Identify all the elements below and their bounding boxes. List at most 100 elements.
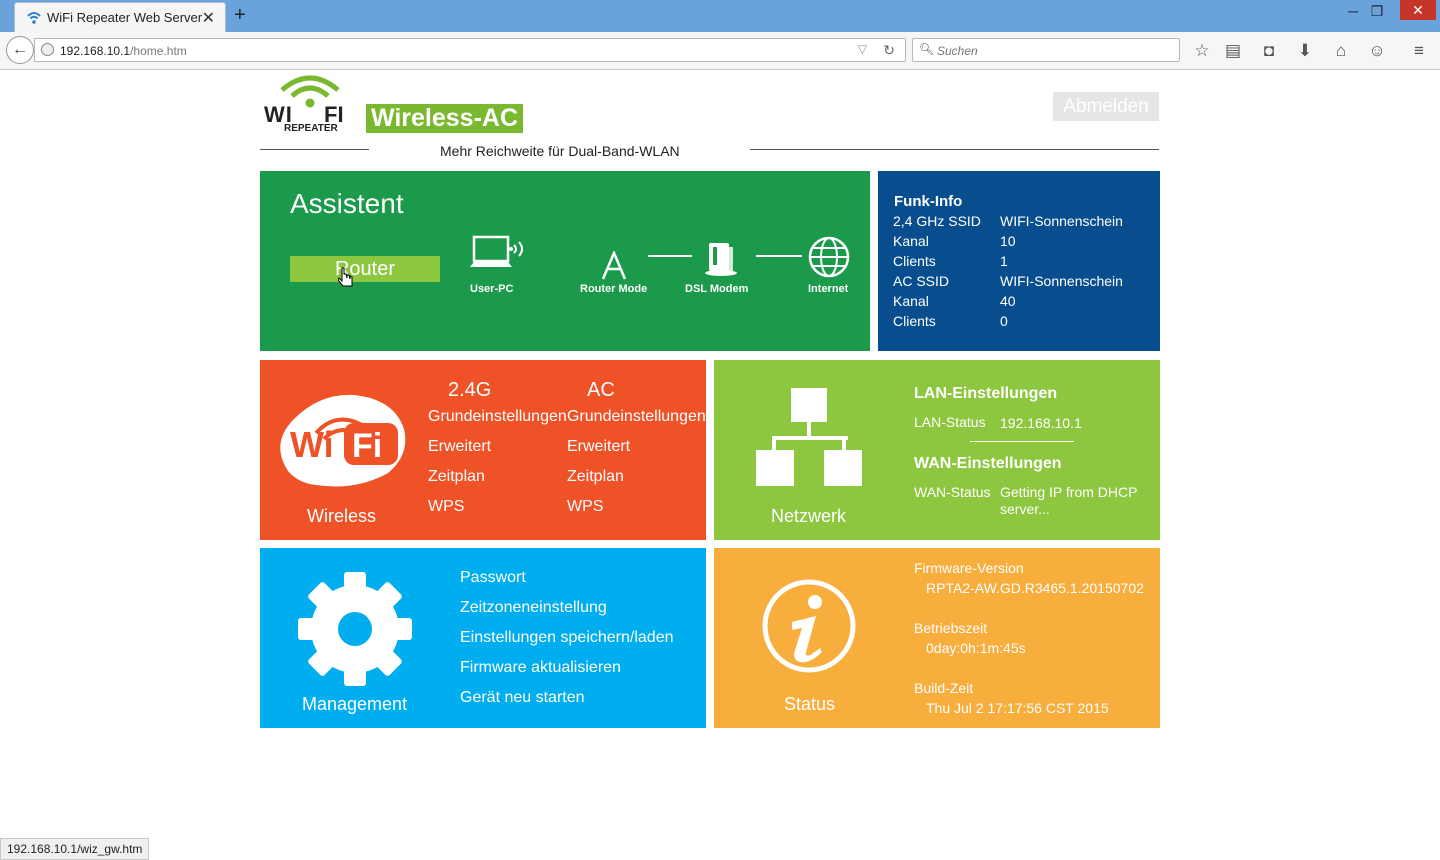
- device-label-dsl-modem: DSL Modem: [685, 283, 749, 295]
- funk-value: 10: [1000, 233, 1016, 249]
- wireless-tile: Wi Fi Wireless 2.4G AC Grundeinstellunge…: [260, 360, 706, 540]
- search-placeholder: Suchen: [937, 44, 978, 58]
- bookmark-star-icon[interactable]: ☆: [1191, 41, 1213, 61]
- link-ac-basic[interactable]: Grundeinstellungen: [567, 408, 706, 426]
- assistant-tile: Assistent Router User-PC Router Mode DSL…: [260, 171, 870, 351]
- build-time-label: Build-Zeit: [914, 680, 974, 696]
- header-divider-left: [260, 149, 369, 150]
- wireless-caption: Wireless: [307, 506, 377, 526]
- close-window-icon[interactable]: ✕: [1400, 0, 1436, 20]
- firmware-version-value: RPTA2-AW.GD.R3465.1.20150702: [926, 580, 1144, 596]
- gear-icon: [296, 572, 414, 691]
- timezone-link[interactable]: Zeitzoneneinstellung: [460, 599, 607, 617]
- network-topology-icon: [756, 388, 862, 491]
- network-caption: Netzwerk: [771, 506, 847, 526]
- header-divider-right: [750, 149, 1159, 150]
- home-icon[interactable]: ⌂: [1330, 41, 1352, 61]
- save-load-settings-link[interactable]: Einstellungen speichern/laden: [460, 629, 673, 647]
- browser-titlebar: WiFi Repeater Web Server ✕ + ─ ❐ ✕: [0, 0, 1440, 32]
- link-24g-schedule[interactable]: Zeitplan: [428, 468, 485, 486]
- search-icon: 🔍︎: [919, 42, 935, 56]
- funk-value: 40: [1000, 293, 1016, 309]
- info-icon: [762, 578, 856, 679]
- new-tab-icon[interactable]: +: [234, 4, 246, 27]
- build-time-value: Thu Jul 2 17:17:56 CST 2015: [926, 700, 1109, 716]
- download-icon[interactable]: ⬇: [1294, 41, 1316, 61]
- uptime-value: 0day:0h:1m:45s: [926, 640, 1026, 656]
- menu-icon[interactable]: ≡: [1408, 41, 1430, 61]
- funk-value: 1: [1000, 253, 1008, 269]
- chat-icon[interactable]: ☺: [1366, 41, 1388, 61]
- funk-value: WIFI-Sonnenschein: [1000, 213, 1123, 229]
- dsl-modem-icon: [703, 241, 739, 282]
- url-bar[interactable]: 192.168.10.1/home.htm ▽ ↻: [34, 38, 906, 62]
- management-tile: Management Passwort Zeitzoneneinstellung…: [260, 548, 706, 728]
- link-ac-schedule[interactable]: Zeitplan: [567, 468, 624, 486]
- tagline: Mehr Reichweite für Dual-Band-WLAN: [440, 143, 680, 159]
- wan-status-value: Getting IP from DHCP server...: [1000, 484, 1138, 517]
- connector-line: [648, 255, 692, 257]
- funk-info-tile: Funk-Info 2,4 GHz SSID WIFI-Sonnenschein…: [878, 171, 1160, 351]
- pocket-icon[interactable]: ◘: [1258, 41, 1280, 61]
- funk-label: Clients: [893, 253, 936, 269]
- assistant-title: Assistent: [290, 188, 404, 219]
- user-pc-icon: [470, 235, 530, 282]
- wifi-repeater-logo: WI FI REPEATER: [262, 74, 356, 136]
- status-tile[interactable]: Status Firmware-Version RPTA2-AW.GD.R346…: [714, 548, 1160, 728]
- reboot-link[interactable]: Gerät neu starten: [460, 689, 585, 707]
- funk-label: 2,4 GHz SSID: [893, 213, 981, 229]
- funk-label: AC SSID: [893, 273, 950, 289]
- router-button[interactable]: Router: [290, 256, 440, 282]
- browser-tab[interactable]: WiFi Repeater Web Server ✕: [14, 2, 226, 32]
- funk-value: 0: [1000, 313, 1008, 329]
- wireless-ac-logo: Wireless-AC: [366, 104, 523, 133]
- wan-settings-link[interactable]: WAN-Einstellungen: [914, 455, 1062, 473]
- restore-icon[interactable]: ❐: [1362, 3, 1392, 20]
- connector-line: [756, 255, 802, 257]
- band-24g-heading: 2.4G: [448, 379, 492, 401]
- search-bar[interactable]: 🔍︎ Suchen: [912, 38, 1180, 62]
- reload-icon[interactable]: ↻: [883, 42, 895, 59]
- tab-title: WiFi Repeater Web Server: [47, 10, 203, 25]
- lan-status-label: LAN-Status: [914, 414, 986, 430]
- internet-globe-icon: [808, 236, 850, 283]
- wifi-favicon-icon: [27, 11, 41, 28]
- link-ac-advanced[interactable]: Erweitert: [567, 438, 630, 456]
- link-24g-advanced[interactable]: Erweitert: [428, 438, 491, 456]
- management-caption: Management: [302, 694, 408, 714]
- wan-status-label: WAN-Status: [914, 484, 991, 500]
- logo-repeater-text: REPEATER: [284, 123, 338, 134]
- status-caption: Status: [784, 694, 836, 714]
- uptime-label: Betriebszeit: [914, 620, 988, 636]
- firmware-update-link[interactable]: Firmware aktualisieren: [460, 659, 621, 677]
- close-tab-icon[interactable]: ✕: [202, 8, 215, 28]
- wifi-logo-icon: Wi Fi: [276, 393, 408, 494]
- svg-text:Fi: Fi: [352, 427, 382, 465]
- network-divider: [970, 441, 1074, 442]
- funk-info-title: Funk-Info: [894, 193, 963, 210]
- url-dropdown-icon[interactable]: ▽: [858, 42, 867, 56]
- device-label-user-pc: User-PC: [470, 283, 514, 295]
- funk-label: Clients: [893, 313, 936, 329]
- logout-button[interactable]: Abmelden: [1053, 92, 1159, 121]
- network-tile[interactable]: Netzwerk LAN-Einstellungen LAN-Status 19…: [714, 360, 1160, 540]
- funk-label: Kanal: [893, 233, 929, 249]
- password-link[interactable]: Passwort: [460, 569, 526, 587]
- firmware-version-label: Firmware-Version: [914, 560, 1024, 576]
- reading-list-icon[interactable]: ▤: [1222, 41, 1244, 61]
- svg-text:Wi: Wi: [290, 424, 334, 465]
- funk-label: Kanal: [893, 293, 929, 309]
- link-24g-wps[interactable]: WPS: [428, 498, 464, 516]
- link-24g-basic[interactable]: Grundeinstellungen: [428, 408, 567, 426]
- band-ac-heading: AC: [587, 379, 615, 401]
- globe-icon: [41, 43, 54, 56]
- lan-status-value: 192.168.10.1: [1000, 415, 1082, 431]
- router-mode-icon: [599, 249, 629, 286]
- lan-settings-link[interactable]: LAN-Einstellungen: [914, 385, 1057, 403]
- funk-value: WIFI-Sonnenschein: [1000, 273, 1123, 289]
- back-arrow-icon[interactable]: ←: [6, 36, 34, 64]
- browser-status-bar: 192.168.10.1/wiz_gw.htm: [0, 838, 150, 860]
- mouse-cursor-icon: [337, 267, 354, 292]
- url-text: 192.168.10.1/home.htm: [60, 44, 187, 58]
- link-ac-wps[interactable]: WPS: [567, 498, 603, 516]
